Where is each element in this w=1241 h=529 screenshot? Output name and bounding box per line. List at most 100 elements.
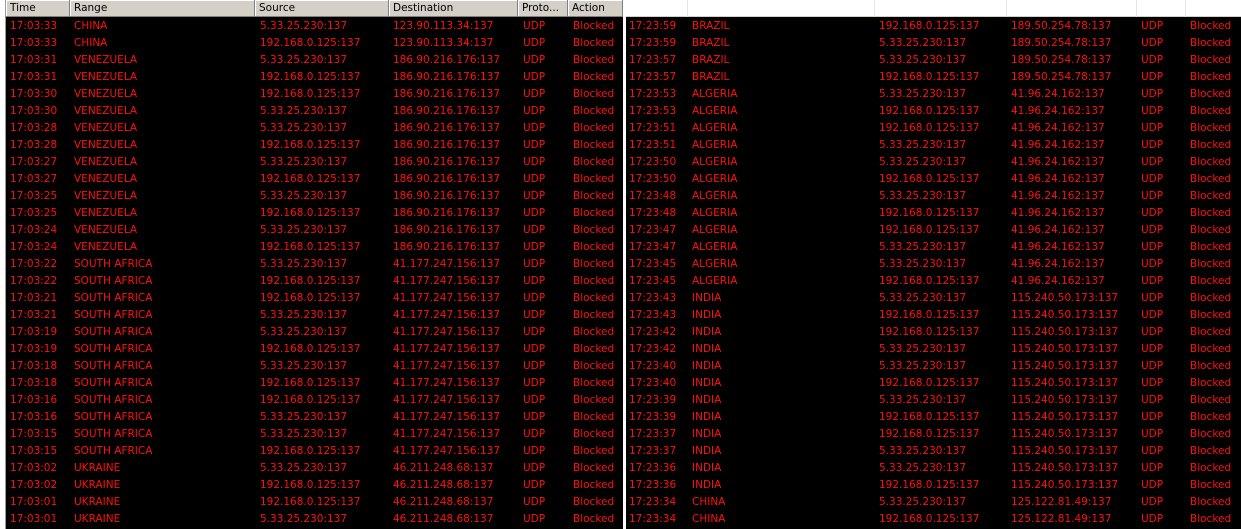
log-row[interactable]: 17:23:42 INDIA 5.33.25.230:137 115.240.50.1… [626, 341, 1241, 358]
log-row[interactable]: 17:03:18 SOUTH AFRICA 5.33.25.230:137 41.17… [6, 358, 623, 375]
column-header-protocol[interactable]: Proto... [518, 0, 568, 17]
log-row[interactable]: 17:03:16 SOUTH AFRICA 192.168.0.125:137 41.… [6, 392, 623, 409]
log-row[interactable]: 17:23:39 INDIA 5.33.25.230:137 115.240.50.1… [626, 392, 1241, 409]
log-row[interactable]: 17:03:27 VENEZUELA 5.33.25.230:137 186.90.2… [6, 154, 623, 171]
log-row[interactable]: 17:23:40 INDIA 5.33.25.230:137 115.240.50.1… [626, 358, 1241, 375]
log-row[interactable]: 17:23:48 ALGERIA 192.168.0.125:137 41.96.24… [626, 205, 1241, 222]
log-row[interactable]: 17:03:31 VENEZUELA 192.168.0.125:137 186.90… [6, 69, 623, 86]
time-cell: 17:23:39 [629, 411, 677, 423]
log-row[interactable]: 17:23:57 BRAZIL 5.33.25.230:137 189.50.254.… [626, 52, 1241, 69]
log-row[interactable]: 17:03:18 SOUTH AFRICA 192.168.0.125:137 41.… [6, 375, 623, 392]
time-cell: 17:03:24 [10, 241, 58, 253]
log-row[interactable]: 17:23:45 ALGERIA 192.168.0.125:137 41.96.24… [626, 273, 1241, 290]
range-cell: SOUTH AFRICA [74, 309, 153, 321]
range-cell: CHINA [74, 37, 108, 49]
log-row[interactable]: 17:23:39 INDIA 192.168.0.125:137 115.240.50… [626, 409, 1241, 426]
log-row[interactable]: 17:03:24 VENEZUELA 5.33.25.230:137 186.90.2… [6, 222, 623, 239]
source-cell: 5.33.25.230:137 [879, 88, 967, 100]
log-row[interactable]: 17:03:27 VENEZUELA 192.168.0.125:137 186.90… [6, 171, 623, 188]
log-row[interactable]: 17:23:45 ALGERIA 5.33.25.230:137 41.96.24.1… [626, 256, 1241, 273]
time-cell: 17:03:18 [10, 377, 58, 389]
log-row[interactable]: 17:03:24 VENEZUELA 192.168.0.125:137 186.90… [6, 239, 623, 256]
log-row[interactable]: 17:23:43 INDIA 192.168.0.125:137 115.240.50… [626, 307, 1241, 324]
column-header-destination[interactable]: Destination [389, 0, 518, 17]
log-row[interactable]: 17:03:30 VENEZUELA 5.33.25.230:137 186.90.2… [6, 103, 623, 120]
action-cell: Blocked [573, 173, 615, 185]
protocol-cell: UDP [523, 292, 546, 304]
log-row[interactable]: 17:03:02 UKRAINE 192.168.0.125:137 46.211.2… [6, 477, 623, 494]
range-cell: ALGERIA [692, 156, 738, 168]
log-row[interactable]: 17:23:34 CHINA 192.168.0.125:137 125.122.81… [626, 511, 1241, 528]
log-row[interactable]: 17:23:36 INDIA 192.168.0.125:137 115.240.50… [626, 477, 1241, 494]
source-cell: 192.168.0.125:137 [879, 275, 980, 287]
range-cell: ALGERIA [692, 190, 738, 202]
range-cell: ALGERIA [692, 224, 738, 236]
log-row[interactable]: 17:03:33 CHINA 5.33.25.230:137 123.90.113.3… [6, 18, 623, 35]
log-row[interactable]: 17:03:16 SOUTH AFRICA 5.33.25.230:137 41.17… [6, 409, 623, 426]
log-row[interactable]: 17:03:22 SOUTH AFRICA 5.33.25.230:137 41.17… [6, 256, 623, 273]
log-row[interactable]: 17:03:15 SOUTH AFRICA 5.33.25.230:137 41.17… [6, 426, 623, 443]
action-cell: Blocked [1190, 394, 1232, 406]
log-row[interactable]: 17:23:42 INDIA 192.168.0.125:137 115.240.50… [626, 324, 1241, 341]
destination-cell: 41.177.247.156:137 [393, 343, 501, 355]
log-row[interactable]: 17:23:36 INDIA 5.33.25.230:137 115.240.50.1… [626, 460, 1241, 477]
log-row[interactable]: 17:23:48 ALGERIA 5.33.25.230:137 41.96.24.1… [626, 188, 1241, 205]
log-row[interactable]: 17:23:53 ALGERIA 192.168.0.125:137 41.96.24… [626, 103, 1241, 120]
log-row[interactable]: 17:03:01 UKRAINE 192.168.0.125:137 46.211.2… [6, 494, 623, 511]
log-row[interactable]: 17:03:25 VENEZUELA 192.168.0.125:137 186.90… [6, 205, 623, 222]
protocol-cell: UDP [523, 20, 546, 32]
time-cell: 17:23:42 [629, 326, 677, 338]
destination-cell: 186.90.216.176:137 [393, 54, 501, 66]
log-row[interactable]: 17:03:19 SOUTH AFRICA 192.168.0.125:137 41.… [6, 341, 623, 358]
source-cell: 192.168.0.125:137 [260, 496, 361, 508]
column-header-source[interactable]: Source [255, 0, 389, 17]
log-row[interactable]: 17:23:51 ALGERIA 5.33.25.230:137 41.96.24.1… [626, 137, 1241, 154]
protocol-cell: UDP [523, 275, 546, 287]
range-cell: INDIA [692, 292, 722, 304]
log-row[interactable]: 17:23:47 ALGERIA 5.33.25.230:137 41.96.24.1… [626, 239, 1241, 256]
log-row[interactable]: 17:03:30 VENEZUELA 192.168.0.125:137 186.90… [6, 86, 623, 103]
source-cell: 5.33.25.230:137 [879, 190, 967, 202]
log-row[interactable]: 17:23:37 INDIA 5.33.25.230:137 115.240.50.1… [626, 443, 1241, 460]
log-row[interactable]: 17:23:57 BRAZIL 192.168.0.125:137 189.50.25… [626, 69, 1241, 86]
range-cell: INDIA [692, 343, 722, 355]
column-header-time[interactable]: Time [6, 0, 70, 17]
column-header-range[interactable]: Range [70, 0, 255, 17]
protocol-cell: UDP [1141, 224, 1164, 236]
column-header-action[interactable]: Action [568, 0, 623, 17]
destination-cell: 125.122.81.49:137 [1011, 513, 1112, 525]
log-row[interactable]: 17:03:25 VENEZUELA 5.33.25.230:137 186.90.2… [6, 188, 623, 205]
range-cell: VENEZUELA [74, 173, 138, 185]
log-row[interactable]: 17:03:21 SOUTH AFRICA 5.33.25.230:137 41.17… [6, 307, 623, 324]
log-row[interactable]: 17:23:59 BRAZIL 192.168.0.125:137 189.50.25… [626, 18, 1241, 35]
log-row[interactable]: 17:03:28 VENEZUELA 5.33.25.230:137 186.90.2… [6, 120, 623, 137]
log-row[interactable]: 17:23:43 INDIA 5.33.25.230:137 115.240.50.1… [626, 290, 1241, 307]
log-row[interactable]: 17:23:50 ALGERIA 5.33.25.230:137 41.96.24.1… [626, 154, 1241, 171]
log-row[interactable]: 17:23:51 ALGERIA 192.168.0.125:137 41.96.24… [626, 120, 1241, 137]
log-row[interactable]: 17:23:50 ALGERIA 192.168.0.125:137 41.96.24… [626, 171, 1241, 188]
source-cell: 5.33.25.230:137 [879, 54, 967, 66]
action-cell: Blocked [573, 37, 615, 49]
log-row[interactable]: 17:03:02 UKRAINE 5.33.25.230:137 46.211.248… [6, 460, 623, 477]
log-row[interactable]: 17:23:40 INDIA 192.168.0.125:137 115.240.50… [626, 375, 1241, 392]
log-row[interactable]: 17:23:53 ALGERIA 5.33.25.230:137 41.96.24.1… [626, 86, 1241, 103]
log-row[interactable]: 17:23:59 BRAZIL 5.33.25.230:137 189.50.254.… [626, 35, 1241, 52]
log-row[interactable]: 17:03:31 VENEZUELA 5.33.25.230:137 186.90.2… [6, 52, 623, 69]
log-row[interactable]: 17:03:15 SOUTH AFRICA 192.168.0.125:137 41.… [6, 443, 623, 460]
log-row[interactable]: 17:03:01 UKRAINE 5.33.25.230:137 46.211.248… [6, 511, 623, 528]
protocol-cell: UDP [1141, 309, 1164, 321]
log-row[interactable]: 17:23:37 INDIA 192.168.0.125:137 115.240.50… [626, 426, 1241, 443]
log-row[interactable]: 17:23:47 ALGERIA 192.168.0.125:137 41.96.24… [626, 222, 1241, 239]
action-cell: Blocked [1190, 445, 1232, 457]
log-row[interactable]: 17:03:19 SOUTH AFRICA 5.33.25.230:137 41.17… [6, 324, 623, 341]
log-row[interactable]: 17:03:21 SOUTH AFRICA 192.168.0.125:137 41.… [6, 290, 623, 307]
source-cell: 5.33.25.230:137 [879, 360, 967, 372]
log-row[interactable]: 17:03:28 VENEZUELA 192.168.0.125:137 186.90… [6, 137, 623, 154]
destination-cell: 41.96.24.162:137 [1011, 275, 1105, 287]
log-row[interactable]: 17:23:34 CHINA 5.33.25.230:137 125.122.81.4… [626, 494, 1241, 511]
log-row[interactable]: 17:03:33 CHINA 192.168.0.125:137 123.90.113… [6, 35, 623, 52]
action-cell: Blocked [573, 326, 615, 338]
destination-cell: 186.90.216.176:137 [393, 190, 501, 202]
destination-cell: 115.240.50.173:137 [1011, 428, 1119, 440]
log-row[interactable]: 17:03:22 SOUTH AFRICA 192.168.0.125:137 41.… [6, 273, 623, 290]
